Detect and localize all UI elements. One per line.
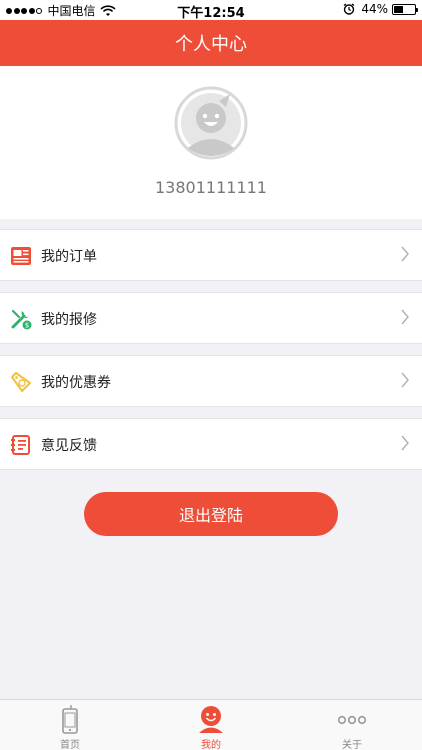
order-icon [11,247,31,265]
status-right: 44% [343,2,418,16]
menu-item-label: 我的订单 [41,249,97,265]
tab-about[interactable]: 关于 [282,700,422,750]
menu-item-repairs[interactable]: $ 我的报修 [0,292,422,344]
tab-label: 我的 [201,740,221,750]
tab-home[interactable]: 首页 [0,700,140,750]
more-icon [337,715,367,725]
profile-header: 13801111111 [0,66,422,219]
status-left: 中国电信 [6,2,116,19]
alarm-icon [343,3,355,15]
menu-item-label: 我的优惠券 [41,375,111,391]
signal-strength-icon [6,7,44,14]
chevron-right-icon [401,309,409,325]
nav-bar: 个人中心 [0,20,422,66]
chevron-right-icon [401,372,409,388]
logout-button[interactable]: 退出登陆 [84,492,338,536]
repair-icon: $ [11,309,32,330]
menu-item-label: 我的报修 [41,312,97,328]
phone-icon [62,705,78,734]
menu-item-orders[interactable]: 我的订单 [0,229,422,281]
profile-icon [199,706,223,733]
battery-icon [392,3,418,15]
coupon-icon [11,372,31,392]
battery-percentage: 44% [361,2,388,16]
chevron-right-icon [401,435,409,451]
menu-item-feedback[interactable]: 意见反馈 [0,418,422,470]
wifi-icon [99,4,116,16]
tab-mine[interactable]: 我的 [141,700,281,750]
feedback-icon [11,435,30,455]
svg-text:$: $ [25,322,29,330]
tab-label: 关于 [342,740,362,750]
page-title: 个人中心 [175,34,247,55]
phone-number: 13801111111 [155,178,267,197]
carrier-name: 中国电信 [47,4,96,18]
menu-item-coupons[interactable]: 我的优惠券 [0,355,422,407]
status-bar: 中国电信 下午12:54 44% [0,0,422,21]
menu-item-label: 意见反馈 [41,438,97,454]
tab-label: 首页 [60,740,80,750]
chevron-right-icon [401,246,409,262]
avatar[interactable] [174,86,248,160]
tab-bar: 首页 我的 关于 [0,699,422,750]
